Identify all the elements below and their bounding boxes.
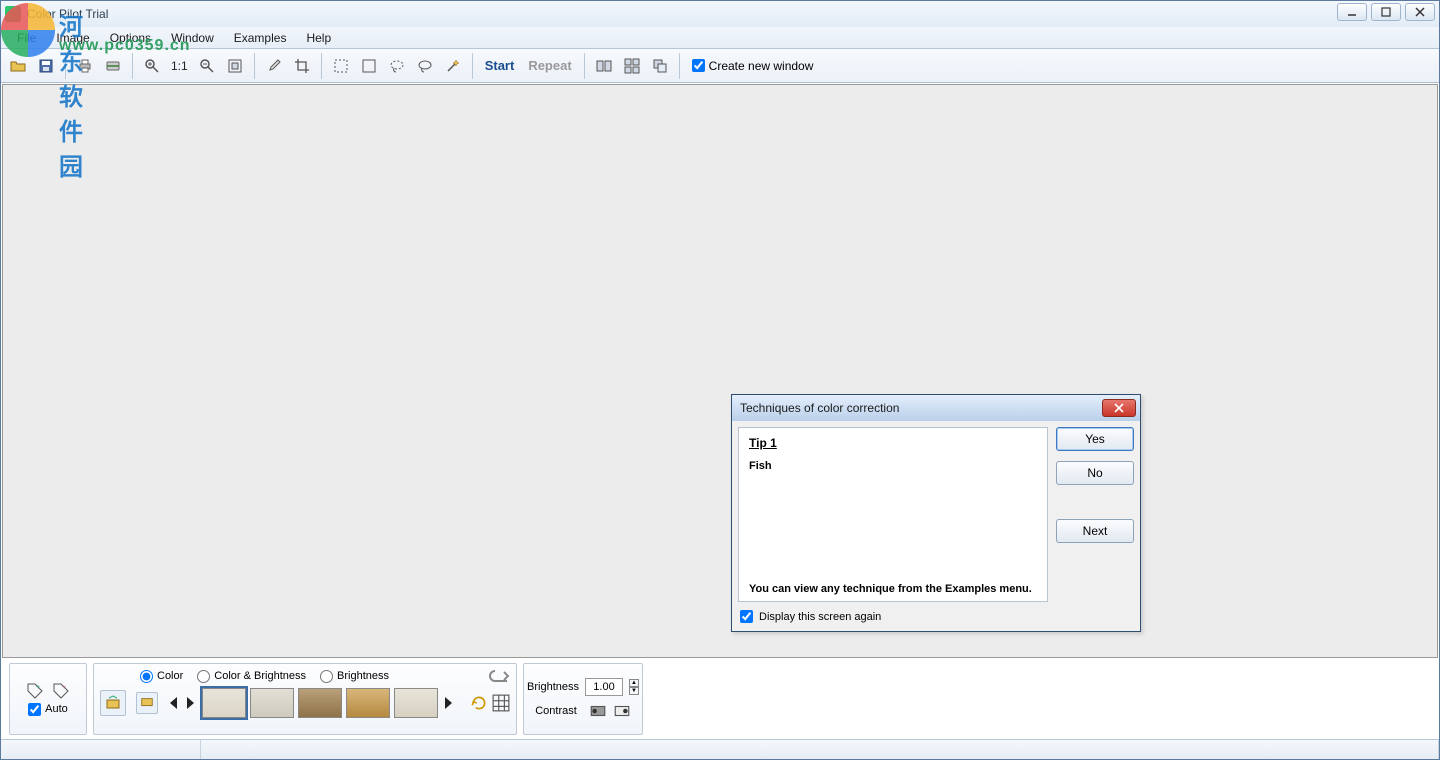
auto-label: Auto	[45, 703, 68, 715]
separator	[472, 53, 473, 79]
brightness-label: Brightness	[527, 681, 579, 693]
cascade-icon[interactable]	[647, 53, 673, 79]
menu-window[interactable]: Window	[161, 29, 224, 47]
history-panel: Color Color & Brightness Brightness	[93, 663, 517, 735]
separator	[584, 53, 585, 79]
scan-icon[interactable]	[100, 53, 126, 79]
dialog-titlebar[interactable]: Techniques of color correction	[732, 395, 1140, 421]
zoom-in-icon[interactable]	[139, 53, 165, 79]
tag-minus-icon[interactable]: −	[53, 683, 69, 699]
thumb-4[interactable]	[346, 688, 390, 718]
display-again-label: Display this screen again	[759, 611, 881, 623]
grid-icon[interactable]	[492, 694, 510, 712]
statusbar	[1, 739, 1439, 759]
recent-top-button[interactable]	[100, 690, 126, 716]
bottom-bar: + − Auto Color Color & Brightness Bright…	[1, 659, 1439, 739]
menu-file[interactable]: File	[7, 29, 46, 47]
dialog-title: Techniques of color correction	[740, 401, 899, 415]
magic-wand-icon[interactable]	[440, 53, 466, 79]
titlebar: Color Pilot Trial	[1, 1, 1439, 27]
contrast-down-icon[interactable]	[589, 702, 607, 720]
thumb-2[interactable]	[250, 688, 294, 718]
canvas-area[interactable]	[2, 84, 1438, 658]
history-prev[interactable]	[184, 690, 198, 716]
tip-note: You can view any technique from the Exam…	[749, 583, 1037, 595]
menu-image[interactable]: Image	[46, 29, 99, 47]
contrast-up-icon[interactable]	[613, 702, 631, 720]
window-title: Color Pilot Trial	[27, 7, 108, 21]
separator	[254, 53, 255, 79]
tile-grid-icon[interactable]	[619, 53, 645, 79]
history-prev-first[interactable]	[166, 690, 180, 716]
brightness-value[interactable]: 1.00	[585, 678, 623, 696]
crop-icon[interactable]	[289, 53, 315, 79]
create-new-window-label: Create new window	[709, 59, 814, 73]
separator	[679, 53, 680, 79]
dialog-close-button[interactable]	[1102, 399, 1136, 417]
menu-help[interactable]: Help	[296, 29, 341, 47]
thumb-3[interactable]	[298, 688, 342, 718]
fit-window-icon[interactable]	[222, 53, 248, 79]
main-window: Color Pilot Trial File Image Options Win…	[0, 0, 1440, 760]
eyedropper-icon[interactable]	[261, 53, 287, 79]
print-icon[interactable]	[72, 53, 98, 79]
app-icon	[5, 6, 21, 22]
separator	[321, 53, 322, 79]
svg-text:+: +	[36, 684, 40, 691]
brightness-spinner[interactable]: ▲▼	[629, 679, 639, 695]
tag-panel: + − Auto	[9, 663, 87, 735]
radio-color[interactable]: Color	[140, 670, 183, 683]
toolbar: 1:1 Start Repeat Create new window	[1, 49, 1439, 83]
menubar: File Image Options Window Examples Help	[1, 27, 1439, 49]
reset-icon[interactable]	[470, 694, 488, 712]
minimize-button[interactable]	[1337, 3, 1367, 21]
rect-solid-icon[interactable]	[356, 53, 382, 79]
svg-text:−: −	[62, 684, 66, 691]
separator	[132, 53, 133, 79]
lasso-dotted-icon[interactable]	[384, 53, 410, 79]
yes-button[interactable]: Yes	[1056, 427, 1134, 451]
rect-select-icon[interactable]	[328, 53, 354, 79]
history-next[interactable]	[442, 690, 456, 716]
save-icon[interactable]	[33, 53, 59, 79]
adjust-panel: Brightness 1.00 ▲▼ Contrast	[523, 663, 643, 735]
undo-icon[interactable]	[488, 668, 510, 684]
open-icon[interactable]	[5, 53, 31, 79]
no-button[interactable]: No	[1056, 461, 1134, 485]
auto-checkbox[interactable]	[28, 703, 41, 716]
tag-plus-icon[interactable]: +	[27, 683, 43, 699]
recent-bottom-button[interactable]	[136, 692, 158, 714]
tip-heading: Tip 1	[749, 436, 1037, 450]
zoom-ratio: 1:1	[167, 59, 192, 73]
close-button[interactable]	[1405, 3, 1435, 21]
repeat-button[interactable]: Repeat	[522, 58, 577, 73]
menu-examples[interactable]: Examples	[224, 29, 297, 47]
start-button[interactable]: Start	[479, 58, 521, 73]
create-new-window-check[interactable]: Create new window	[686, 59, 814, 73]
radio-brightness[interactable]: Brightness	[320, 670, 389, 683]
radio-color-brightness[interactable]: Color & Brightness	[197, 670, 306, 683]
separator	[65, 53, 66, 79]
lasso-icon[interactable]	[412, 53, 438, 79]
create-new-window-checkbox[interactable]	[692, 59, 705, 72]
next-button[interactable]: Next	[1056, 519, 1134, 543]
window-controls	[1333, 1, 1439, 23]
menu-options[interactable]: Options	[100, 29, 161, 47]
thumb-5[interactable]	[394, 688, 438, 718]
zoom-out-icon[interactable]	[194, 53, 220, 79]
maximize-button[interactable]	[1371, 3, 1401, 21]
display-again-checkbox[interactable]	[740, 610, 753, 623]
contrast-label: Contrast	[535, 705, 577, 717]
techniques-dialog: Techniques of color correction Tip 1 Fis…	[731, 394, 1141, 632]
dialog-content: Tip 1 Fish You can view any technique fr…	[738, 427, 1048, 602]
thumb-1[interactable]	[202, 688, 246, 718]
auto-check[interactable]: Auto	[28, 703, 68, 716]
tile-h-icon[interactable]	[591, 53, 617, 79]
tip-subject: Fish	[749, 460, 1037, 472]
status-cell-2	[201, 740, 1439, 759]
status-cell-1	[1, 740, 201, 759]
